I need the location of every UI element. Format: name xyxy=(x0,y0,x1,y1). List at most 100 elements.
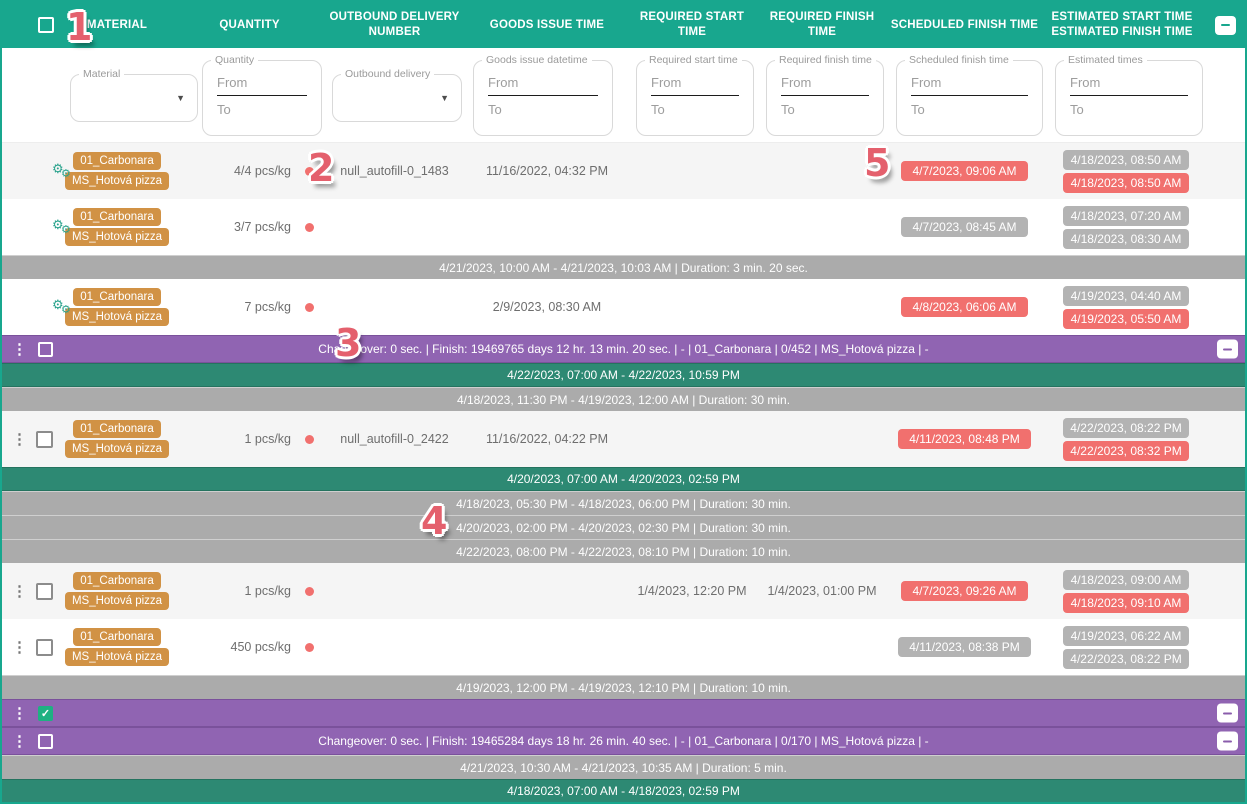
kebab-menu-icon[interactable]: ⋮ xyxy=(12,706,27,721)
processing-gears-icon: ⚙⚙ xyxy=(52,161,57,181)
collapse-group-button[interactable] xyxy=(1217,340,1238,359)
row-checkbox[interactable] xyxy=(36,431,53,448)
changeover-row[interactable]: ⋮ Changeover: 0 sec. | Finish: 19469765 … xyxy=(2,335,1245,363)
downtime-text: 4/18/2023, 11:30 PM - 4/19/2023, 12:00 A… xyxy=(457,393,790,407)
required-finish-to-input[interactable] xyxy=(781,96,869,119)
scheduled-finish-badge: 4/8/2023, 06:06 AM xyxy=(901,297,1027,317)
filter-label: Estimated times xyxy=(1064,54,1147,66)
changeover-text: Changeover: 0 sec. | Finish: 19469765 da… xyxy=(318,342,928,356)
required-start-value: 1/4/2023, 12:20 PM xyxy=(627,584,757,598)
estimated-start-badge: 4/22/2023, 08:22 PM xyxy=(1063,418,1189,438)
row-checkbox[interactable] xyxy=(36,639,53,656)
select-all-checkbox[interactable] xyxy=(38,17,54,33)
column-header-goods-issue: GOODS ISSUE TIME xyxy=(467,18,627,33)
goods-issue-value: 2/9/2023, 08:30 AM xyxy=(467,300,627,314)
collapse-group-button[interactable] xyxy=(1217,704,1238,723)
estimated-finish-badge: 4/18/2023, 08:50 AM xyxy=(1063,173,1189,193)
kebab-menu-icon[interactable]: ⋮ xyxy=(12,734,27,749)
required-finish-from-input[interactable] xyxy=(781,73,869,96)
row-checkbox[interactable] xyxy=(38,734,53,749)
downtime-row: 4/18/2023, 05:30 PM - 4/18/2023, 06:00 P… xyxy=(2,491,1245,515)
material-tag: 01_Carbonara xyxy=(73,628,161,646)
goods-issue-to-input[interactable] xyxy=(488,96,598,119)
row-checkbox[interactable] xyxy=(36,583,53,600)
material-tag: MS_Hotová pizza xyxy=(65,172,169,190)
column-header-material: MATERIAL xyxy=(57,18,177,33)
table-row[interactable]: ⚙⚙ 01_Carbonara MS_Hotová pizza 4/4 pcs/… xyxy=(2,143,1245,199)
quantity-to-input[interactable] xyxy=(217,96,307,119)
row-checkbox[interactable] xyxy=(38,342,53,357)
filter-label: Quantity xyxy=(211,54,258,66)
kebab-menu-icon[interactable]: ⋮ xyxy=(12,584,27,599)
column-header-quantity: QUANTITY xyxy=(177,18,322,33)
status-dot-icon xyxy=(305,435,314,444)
minus-icon xyxy=(1223,740,1232,742)
estimated-from-input[interactable] xyxy=(1070,73,1188,96)
required-start-filter: Required start time xyxy=(636,60,754,136)
filter-label: Required finish time xyxy=(775,54,876,66)
downtime-text: 4/21/2023, 10:00 AM - 4/21/2023, 10:03 A… xyxy=(439,261,808,275)
scheduled-finish-badge: 4/7/2023, 09:26 AM xyxy=(901,581,1027,601)
header-controls xyxy=(2,17,57,33)
shift-row: 4/22/2023, 07:00 AM - 4/22/2023, 10:59 P… xyxy=(2,363,1245,387)
kebab-menu-icon[interactable]: ⋮ xyxy=(12,640,27,655)
estimated-start-badge: 4/18/2023, 07:20 AM xyxy=(1063,206,1189,226)
quantity-value: 4/4 pcs/kg xyxy=(177,164,297,178)
shift-row: 4/20/2023, 07:00 AM - 4/20/2023, 02:59 P… xyxy=(2,467,1245,491)
required-start-to-input[interactable] xyxy=(651,96,739,119)
material-tag: MS_Hotová pizza xyxy=(65,228,169,246)
outbound-delivery-value: null_autofill-0_1483 xyxy=(322,164,467,178)
shift-text: 4/18/2023, 07:00 AM - 4/18/2023, 02:59 P… xyxy=(507,784,740,798)
column-header-required-finish: REQUIRED FINISH TIME xyxy=(757,10,887,40)
minus-icon xyxy=(1223,348,1232,350)
table-row[interactable]: ⚙⚙ 01_Carbonara MS_Hotová pizza 3/7 pcs/… xyxy=(2,199,1245,255)
material-filter-select[interactable]: Material ▼ xyxy=(70,74,198,122)
table-row[interactable]: ⋮ 01_Carbonara MS_Hotová pizza 450 pcs/k… xyxy=(2,619,1245,675)
material-tag: 01_Carbonara xyxy=(73,208,161,226)
table-body: ⚙⚙ 01_Carbonara MS_Hotová pizza 4/4 pcs/… xyxy=(2,143,1245,804)
required-finish-value: 1/4/2023, 01:00 PM xyxy=(757,584,887,598)
goods-issue-from-input[interactable] xyxy=(488,73,598,96)
required-start-from-input[interactable] xyxy=(651,73,739,96)
material-tag: 01_Carbonara xyxy=(73,572,161,590)
estimated-start-badge: 4/19/2023, 04:40 AM xyxy=(1063,286,1189,306)
row-checkbox-checked[interactable]: ✓ xyxy=(38,706,53,721)
collapse-table-button[interactable] xyxy=(1215,16,1236,35)
changeover-row[interactable]: ⋮ Changeover: 0 sec. | Finish: 19465284 … xyxy=(2,727,1245,755)
collapse-group-button[interactable] xyxy=(1217,732,1238,751)
status-dot-icon xyxy=(305,223,314,232)
status-dot-icon xyxy=(305,643,314,652)
shift-text: 4/22/2023, 07:00 AM - 4/22/2023, 10:59 P… xyxy=(507,368,740,382)
scheduled-finish-from-input[interactable] xyxy=(911,73,1028,96)
kebab-menu-icon[interactable]: ⋮ xyxy=(12,432,27,447)
table-row[interactable]: ⋮ 01_Carbonara MS_Hotová pizza 1 pcs/kg … xyxy=(2,563,1245,619)
goods-issue-value: 11/16/2022, 04:22 PM xyxy=(467,432,627,446)
estimated-start-badge: 4/18/2023, 09:00 AM xyxy=(1063,570,1189,590)
outbound-filter-select[interactable]: Outbound delivery ▼ xyxy=(332,74,462,122)
estimated-finish-badge: 4/18/2023, 08:30 AM xyxy=(1063,229,1189,249)
scheduled-finish-to-input[interactable] xyxy=(911,96,1028,119)
minus-icon xyxy=(1223,712,1232,714)
table-row[interactable]: ⋮ 01_Carbonara MS_Hotová pizza 1 pcs/kg … xyxy=(2,411,1245,467)
table-header: MATERIAL QUANTITY OUTBOUND DELIVERY NUMB… xyxy=(2,2,1245,48)
estimated-finish-badge: 4/22/2023, 08:32 PM xyxy=(1063,441,1189,461)
outbound-delivery-value: null_autofill-0_2422 xyxy=(322,432,467,446)
quantity-value: 1 pcs/kg xyxy=(177,584,297,598)
quantity-from-input[interactable] xyxy=(217,73,307,96)
goods-issue-filter: Goods issue datetime xyxy=(473,60,613,136)
column-header-estimated: ESTIMATED START TIME ESTIMATED FINISH TI… xyxy=(1042,10,1202,40)
filter-row: Material ▼ Quantity Outbound delivery ▼ … xyxy=(2,48,1245,143)
kebab-menu-icon[interactable]: ⋮ xyxy=(12,342,27,357)
table-row[interactable]: ⚙⚙ 01_Carbonara MS_Hotová pizza 7 pcs/kg… xyxy=(2,279,1245,335)
quantity-value: 1 pcs/kg xyxy=(177,432,297,446)
estimated-finish-badge: 4/22/2023, 08:22 PM xyxy=(1063,649,1189,669)
changeover-row-selected[interactable]: ⋮ ✓ xyxy=(2,699,1245,727)
downtime-row: 4/19/2023, 12:00 PM - 4/19/2023, 12:10 P… xyxy=(2,675,1245,699)
material-tag: MS_Hotová pizza xyxy=(65,440,169,458)
downtime-text: 4/20/2023, 02:00 PM - 4/20/2023, 02:30 P… xyxy=(456,521,791,535)
filter-label: Goods issue datetime xyxy=(482,54,592,66)
minus-icon xyxy=(1221,24,1230,26)
estimated-start-badge: 4/19/2023, 06:22 AM xyxy=(1063,626,1189,646)
estimated-to-input[interactable] xyxy=(1070,96,1188,119)
downtime-row: 4/18/2023, 11:30 PM - 4/19/2023, 12:00 A… xyxy=(2,387,1245,411)
